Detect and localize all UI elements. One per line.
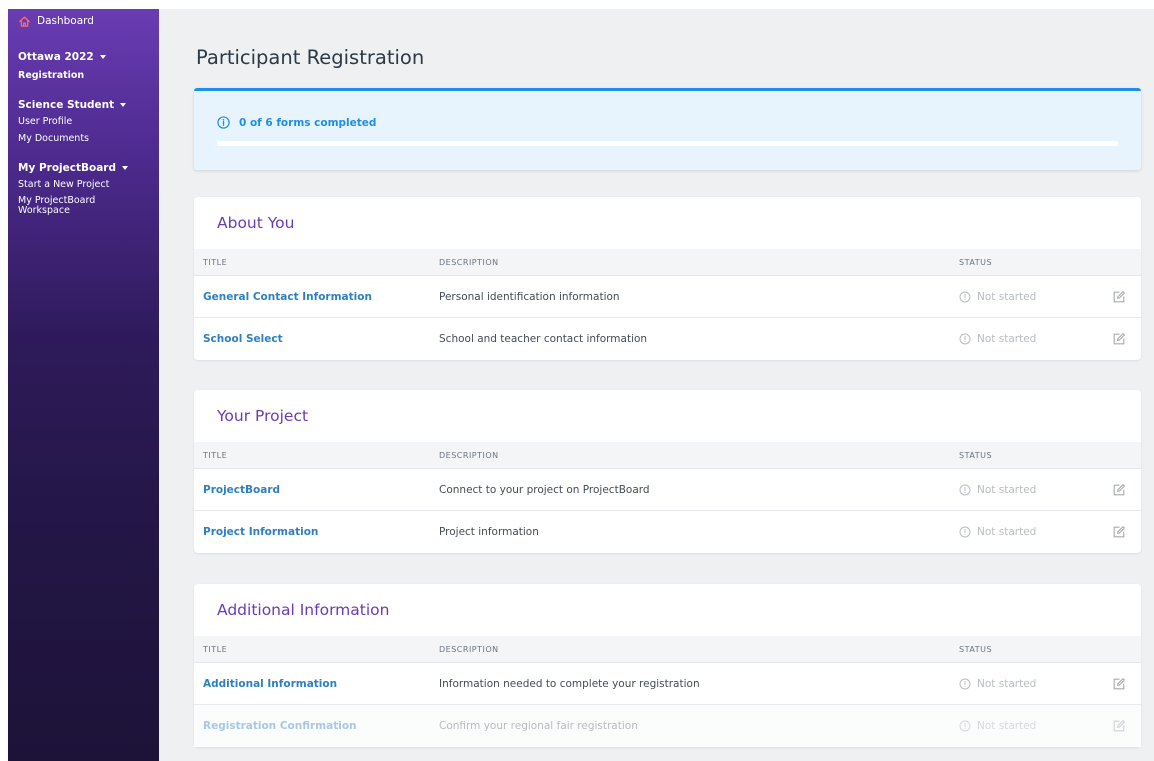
status-badge: Not started	[959, 678, 1036, 690]
form-description: School and teacher contact information	[439, 333, 648, 345]
status-text: Not started	[977, 333, 1037, 345]
status-text: Not started	[977, 483, 1037, 496]
progress-bar	[217, 141, 1118, 146]
table-header: TITLE DESCRIPTION STATUS	[194, 442, 1141, 469]
edit-icon[interactable]	[1112, 290, 1126, 304]
form-description: Information needed to complete your regi…	[439, 677, 700, 690]
clock-circle-icon	[959, 526, 971, 538]
table-row: General Contact Information Personal ide…	[194, 276, 1141, 318]
sidebar: Dashboard Ottawa 2022 Registration Scien…	[8, 9, 159, 761]
sidebar-item-my-documents[interactable]: My Documents	[18, 133, 149, 144]
edit-icon[interactable]	[1112, 677, 1126, 691]
clock-circle-icon	[959, 720, 971, 732]
status-text: Not started	[977, 720, 1037, 732]
sidebar-group-toggle-ottawa[interactable]: Ottawa 2022	[18, 51, 149, 63]
status-badge: Not started	[959, 291, 1036, 303]
page-title: Participant Registration	[196, 46, 425, 69]
sidebar-dashboard-link[interactable]: Dashboard	[18, 9, 149, 33]
form-title-link[interactable]: Additional Information	[203, 678, 337, 690]
sidebar-item-user-profile[interactable]: User Profile	[18, 116, 149, 127]
status-badge: Not started	[959, 333, 1036, 345]
info-circle-icon	[217, 116, 230, 129]
status-badge: Not started	[959, 484, 1036, 496]
column-header-title: TITLE	[203, 450, 228, 460]
home-icon	[19, 15, 30, 27]
form-title-link[interactable]: ProjectBoard	[203, 484, 280, 496]
table-row: School Select School and teacher contact…	[194, 318, 1141, 360]
section-card-your-project: Your Project TITLE DESCRIPTION STATUS Pr…	[194, 390, 1141, 553]
main-content: Participant Registration 0 of 6 forms co…	[159, 9, 1154, 761]
form-title-link[interactable]: School Select	[203, 333, 283, 345]
form-description: Project information	[439, 526, 539, 538]
table-row: Registration Confirmation Confirm your r…	[194, 705, 1141, 747]
clock-circle-icon	[959, 291, 971, 302]
progress-card: 0 of 6 forms completed	[194, 88, 1141, 170]
section-title: About You	[217, 214, 295, 232]
clock-circle-icon	[959, 333, 971, 345]
edit-icon[interactable]	[1112, 483, 1126, 497]
table-row: Additional Information Information neede…	[194, 663, 1141, 705]
status-badge: Not started	[959, 720, 1036, 732]
column-header-status: STATUS	[959, 257, 993, 267]
column-header-status: STATUS	[959, 450, 993, 460]
column-header-title: TITLE	[203, 257, 228, 267]
clock-circle-icon	[959, 484, 971, 495]
status-text: Not started	[977, 290, 1037, 303]
form-title-link[interactable]: Project Information	[203, 526, 318, 538]
status-text: Not started	[977, 677, 1037, 690]
section-title: Your Project	[217, 407, 309, 425]
form-title-link[interactable]: General Contact Information	[203, 291, 372, 303]
sidebar-group-toggle-science-student[interactable]: Science Student	[18, 99, 149, 111]
clock-circle-icon	[959, 678, 971, 689]
form-description: Confirm your regional fair registration	[439, 720, 638, 732]
caret-down-icon	[122, 166, 128, 171]
edit-icon[interactable]	[1112, 525, 1126, 539]
section-card-about-you: About You TITLE DESCRIPTION STATUS Gener…	[194, 197, 1141, 360]
edit-icon[interactable]	[1112, 332, 1126, 346]
column-header-status: STATUS	[959, 644, 993, 654]
section-title: Additional Information	[217, 601, 390, 619]
sidebar-item-projectboard-workspace[interactable]: My ProjectBoard Workspace	[18, 195, 149, 217]
progress-text: 0 of 6 forms completed	[239, 116, 377, 129]
sidebar-group-label: Ottawa 2022	[18, 51, 94, 63]
form-description: Connect to your project on ProjectBoard	[439, 483, 650, 496]
table-header: TITLE DESCRIPTION STATUS	[194, 249, 1141, 276]
sidebar-item-registration[interactable]: Registration	[18, 70, 149, 81]
sidebar-group-label: Science Student	[18, 99, 115, 112]
sidebar-dashboard-label: Dashboard	[37, 15, 94, 27]
progress-summary: 0 of 6 forms completed	[217, 116, 376, 129]
sidebar-group-label: My ProjectBoard	[18, 162, 116, 175]
caret-down-icon	[120, 103, 127, 108]
caret-down-icon	[99, 55, 106, 59]
status-text: Not started	[977, 526, 1037, 538]
table-row: Project Information Project information …	[194, 511, 1141, 553]
sidebar-group-science-student: Science Student User Profile My Document…	[18, 99, 149, 144]
sidebar-item-start-new-project[interactable]: Start a New Project	[18, 179, 149, 190]
edit-icon	[1113, 720, 1125, 732]
sidebar-group-toggle-projectboard[interactable]: My ProjectBoard	[18, 162, 149, 174]
column-header-description: DESCRIPTION	[439, 450, 499, 460]
column-header-description: DESCRIPTION	[439, 257, 499, 267]
form-title-link: Registration Confirmation	[203, 720, 357, 732]
table-header: TITLE DESCRIPTION STATUS	[194, 636, 1141, 663]
section-card-additional-information: Additional Information TITLE DESCRIPTION…	[194, 584, 1141, 747]
column-header-title: TITLE	[203, 644, 228, 654]
column-header-description: DESCRIPTION	[439, 644, 499, 654]
status-badge: Not started	[959, 526, 1036, 538]
sidebar-group-ottawa: Ottawa 2022 Registration	[18, 51, 149, 81]
form-description: Personal identification information	[439, 290, 620, 303]
sidebar-group-projectboard: My ProjectBoard Start a New Project My P…	[18, 162, 149, 216]
table-row: ProjectBoard Connect to your project on …	[194, 469, 1141, 511]
